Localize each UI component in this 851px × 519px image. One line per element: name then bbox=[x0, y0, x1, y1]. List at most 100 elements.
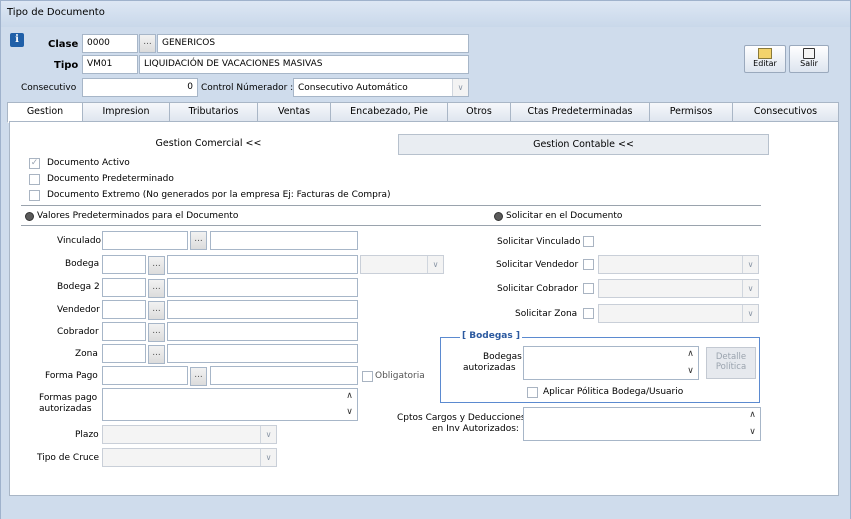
valores-label: Valores Predeterminados para el Document… bbox=[37, 211, 239, 221]
sol-cobrador-checkbox[interactable] bbox=[583, 283, 594, 294]
tab-permisos[interactable]: Permisos bbox=[649, 102, 733, 122]
bodega2-name-input[interactable] bbox=[167, 278, 358, 297]
cobrador-name-input[interactable] bbox=[167, 322, 358, 341]
tipo-cruce-label: Tipo de Cruce bbox=[37, 453, 100, 463]
aplicar-label: Aplicar Pólitica Bodega/Usuario bbox=[543, 387, 684, 397]
vinculado-lookup-button[interactable]: ... bbox=[190, 231, 207, 250]
tipo-name-input[interactable]: LIQUIDACIÓN DE VACACIONES MASIVAS bbox=[139, 55, 469, 74]
chevron-down-icon: ∨ bbox=[742, 256, 758, 273]
cptos-label-1: Cptos Cargos y Deducciones bbox=[397, 413, 526, 423]
consecutivo-input[interactable]: 0 bbox=[82, 78, 198, 97]
tipo-cruce-select[interactable]: ∨ bbox=[102, 448, 277, 467]
externo-checkbox[interactable] bbox=[29, 190, 40, 201]
formas-pago-label-1: Formas pago bbox=[39, 393, 98, 403]
sol-vendedor-checkbox[interactable] bbox=[583, 259, 594, 270]
divider bbox=[21, 225, 761, 226]
activo-checkbox[interactable]: ✓ bbox=[29, 158, 40, 169]
forma-pago-name-input[interactable] bbox=[210, 366, 358, 385]
solicitar-radio[interactable] bbox=[494, 212, 503, 221]
forma-pago-code-input[interactable] bbox=[102, 366, 188, 385]
tipo-label: Tipo bbox=[54, 60, 79, 71]
vendedor-name-input[interactable] bbox=[167, 300, 358, 319]
chevron-down-icon: ∨ bbox=[742, 305, 758, 322]
vendedor-lookup-button[interactable]: ... bbox=[148, 301, 165, 320]
vinculado-code-input[interactable] bbox=[102, 231, 188, 250]
editar-button[interactable]: Editar bbox=[744, 45, 786, 73]
scroll-down-icon[interactable]: ∨ bbox=[343, 406, 356, 419]
bodega2-lookup-button[interactable]: ... bbox=[148, 279, 165, 298]
sol-vendedor-select[interactable]: ∨ bbox=[598, 255, 759, 274]
chevron-down-icon: ∨ bbox=[260, 449, 276, 466]
subtab-gestion-comercial[interactable]: Gestion Comercial << bbox=[19, 134, 398, 155]
tab-tributarios[interactable]: Tributarios bbox=[169, 102, 258, 122]
bodegas-aut-label-2: autorizadas bbox=[463, 363, 516, 373]
scroll-up-icon[interactable]: ∧ bbox=[343, 390, 356, 403]
bodega-code-input[interactable] bbox=[102, 255, 146, 274]
cptos-list[interactable]: ∧ ∨ bbox=[523, 407, 761, 441]
control-numerador-select[interactable]: Consecutivo Automático ∨ bbox=[293, 78, 469, 97]
plazo-label: Plazo bbox=[75, 430, 99, 440]
chevron-down-icon: ∨ bbox=[427, 256, 443, 273]
scroll-up-icon[interactable]: ∧ bbox=[746, 409, 759, 422]
formas-pago-label-2: autorizadas bbox=[39, 404, 92, 414]
chevron-down-icon: ∨ bbox=[452, 79, 468, 96]
divider bbox=[21, 205, 761, 206]
tab-ctas-predeterminadas[interactable]: Ctas Predeterminadas bbox=[510, 102, 650, 122]
tab-otros[interactable]: Otros bbox=[447, 102, 511, 122]
scroll-down-icon[interactable]: ∨ bbox=[746, 426, 759, 439]
bodega-select[interactable]: ∨ bbox=[360, 255, 444, 274]
bodega-name-input[interactable] bbox=[167, 255, 358, 274]
solicitar-label: Solicitar en el Documento bbox=[506, 211, 623, 221]
consecutivo-label: Consecutivo bbox=[21, 83, 77, 93]
info-icon[interactable]: i bbox=[10, 33, 24, 47]
chevron-down-icon: ∨ bbox=[260, 426, 276, 443]
sol-zona-checkbox[interactable] bbox=[583, 308, 594, 319]
forma-pago-label: Forma Pago bbox=[45, 371, 98, 381]
sol-zona-select[interactable]: ∨ bbox=[598, 304, 759, 323]
sol-vinculado-label: Solicitar Vinculado bbox=[497, 237, 581, 247]
politica-label: Política bbox=[715, 362, 747, 372]
bodegas-aut-list[interactable]: ∧ ∨ bbox=[523, 346, 699, 380]
scroll-down-icon[interactable]: ∨ bbox=[684, 365, 697, 378]
scroll-up-icon[interactable]: ∧ bbox=[684, 348, 697, 361]
detalle-label: Detalle bbox=[715, 352, 747, 362]
zona-code-input[interactable] bbox=[102, 344, 146, 363]
title-bar: Tipo de Documento bbox=[1, 1, 850, 27]
subtab-gestion-contable[interactable]: Gestion Contable << bbox=[398, 134, 769, 155]
aplicar-checkbox[interactable] bbox=[527, 387, 538, 398]
sol-vinculado-checkbox[interactable] bbox=[583, 236, 594, 247]
vinculado-label: Vinculado bbox=[57, 236, 102, 246]
tipo-code-input[interactable]: VM01 bbox=[82, 55, 138, 74]
tab-encabezado-pie[interactable]: Encabezado, Pie bbox=[330, 102, 448, 122]
forma-pago-lookup-button[interactable]: ... bbox=[190, 367, 207, 386]
valores-radio[interactable] bbox=[25, 212, 34, 221]
tab-ventas[interactable]: Ventas bbox=[257, 102, 331, 122]
formas-pago-list[interactable]: ∧ ∨ bbox=[102, 388, 358, 421]
sol-cobrador-select[interactable]: ∨ bbox=[598, 279, 759, 298]
salir-button[interactable]: Salir bbox=[789, 45, 829, 73]
clase-label: Clase bbox=[48, 39, 79, 50]
plazo-select[interactable]: ∨ bbox=[102, 425, 277, 444]
vendedor-code-input[interactable] bbox=[102, 300, 146, 319]
tab-consecutivos[interactable]: Consecutivos bbox=[732, 102, 839, 122]
zona-name-input[interactable] bbox=[167, 344, 358, 363]
bodega-lookup-button[interactable]: ... bbox=[148, 256, 165, 275]
cobrador-lookup-button[interactable]: ... bbox=[148, 323, 165, 342]
tab-gestion[interactable]: Gestion bbox=[7, 102, 83, 123]
predeterminado-checkbox[interactable] bbox=[29, 174, 40, 185]
status-bar bbox=[1, 497, 850, 519]
zona-lookup-button[interactable]: ... bbox=[148, 345, 165, 364]
clase-lookup-button[interactable]: ... bbox=[139, 34, 156, 53]
clase-code-input[interactable]: 0000 bbox=[82, 34, 138, 53]
bodegas-aut-label-1: Bodegas bbox=[483, 352, 522, 362]
predeterminado-label: Documento Predeterminado bbox=[47, 174, 174, 184]
app-window: Tipo de Documento i Clase 0000 ... GENER… bbox=[0, 0, 851, 519]
obligatoria-checkbox[interactable] bbox=[362, 371, 373, 382]
vinculado-name-input[interactable] bbox=[210, 231, 358, 250]
tab-impresion[interactable]: Impresion bbox=[82, 102, 170, 122]
externo-label: Documento Extremo (No generados por la e… bbox=[47, 190, 391, 200]
clase-name-input[interactable]: GENERICOS bbox=[157, 34, 469, 53]
detalle-politica-button[interactable]: Detalle Política bbox=[706, 347, 756, 379]
bodega2-code-input[interactable] bbox=[102, 278, 146, 297]
cobrador-code-input[interactable] bbox=[102, 322, 146, 341]
